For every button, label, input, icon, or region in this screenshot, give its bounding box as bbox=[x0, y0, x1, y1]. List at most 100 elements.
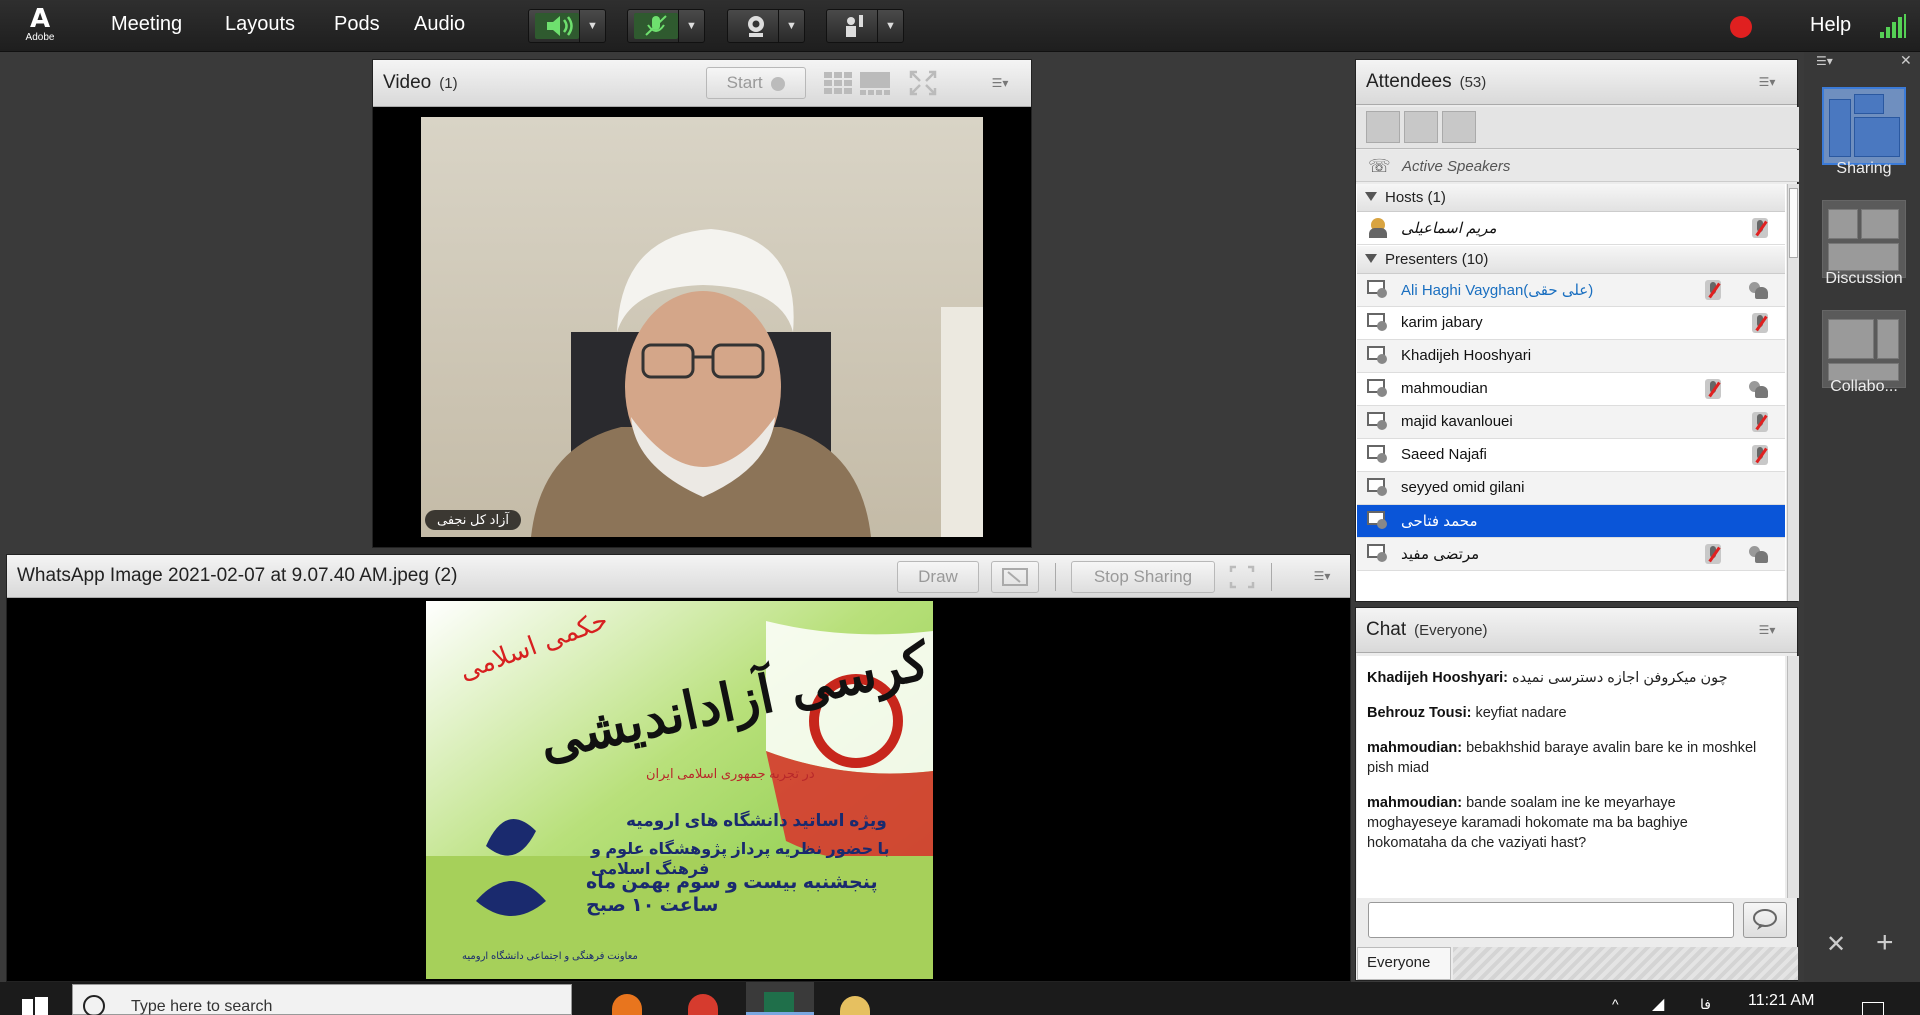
attendees-view-toolbar bbox=[1356, 107, 1799, 149]
filmstrip-view-icon[interactable] bbox=[859, 70, 891, 96]
windows-start-icon[interactable] bbox=[22, 996, 48, 1015]
speaker-button[interactable]: ▼ bbox=[528, 9, 606, 43]
taskbar-search-box[interactable]: Type here to search bbox=[72, 984, 572, 1015]
menu-meeting[interactable]: Meeting bbox=[111, 13, 182, 36]
language-indicator[interactable]: فا bbox=[1700, 996, 1711, 1013]
stop-sharing-button[interactable]: Stop Sharing bbox=[1071, 561, 1215, 593]
presenters-group-header[interactable]: Presenters (10) bbox=[1357, 246, 1785, 274]
mic-muted-icon bbox=[1752, 218, 1768, 238]
attendee-row[interactable]: Khadijeh Hooshyari bbox=[1357, 340, 1785, 373]
chat-pod-menu-icon[interactable]: ☰▾ bbox=[1752, 620, 1782, 640]
speaker-dropdown[interactable]: ▼ bbox=[579, 10, 605, 42]
shared-image-line4: پنجشنبه بیست و سوم بهمن ماه ساعت ۱۰ صبح bbox=[586, 872, 878, 916]
attendee-row[interactable]: مرتضی مفید bbox=[1357, 538, 1785, 571]
video-pod-title: Video (1) bbox=[383, 72, 458, 93]
attendee-status-view-icon[interactable] bbox=[1442, 111, 1476, 143]
toolbar-separator bbox=[1271, 563, 1272, 591]
connection-signal-icon bbox=[1880, 14, 1906, 38]
layouts-panel: ☰▾ ✕ bbox=[1804, 52, 1920, 982]
share-fullscreen-icon[interactable] bbox=[1229, 565, 1255, 589]
chat-scrollbar[interactable] bbox=[1787, 656, 1799, 898]
taskbar-clock[interactable]: 11:21 AM bbox=[1748, 992, 1814, 1010]
draw-button[interactable]: Draw bbox=[897, 561, 979, 593]
attendees-pod: Attendees (53) ☰▾ ☏ Active Speakers Hosts… bbox=[1355, 59, 1799, 602]
shared-image-line1: در تجربه جمهوری اسلامی ایران bbox=[646, 766, 815, 781]
presenter-icon bbox=[1367, 478, 1389, 498]
tray-chevron-icon[interactable]: ^ bbox=[1612, 996, 1619, 1012]
record-icon[interactable] bbox=[1730, 16, 1752, 38]
mic-muted-icon bbox=[1752, 313, 1768, 333]
mic-muted-icon bbox=[1752, 445, 1768, 465]
remove-layout-icon[interactable]: ✕ bbox=[1826, 930, 1846, 959]
webcam-on-icon bbox=[1747, 379, 1769, 399]
chat-target-tab[interactable]: Everyone bbox=[1357, 947, 1451, 980]
chrome-taskbar-icon[interactable] bbox=[688, 994, 718, 1015]
windows-taskbar: Type here to search ^ ◢ فا 11:21 AM bbox=[0, 982, 1920, 1015]
attendee-row[interactable]: Ali Haghi Vayghan(علی حقی) bbox=[1357, 274, 1785, 307]
share-pod-menu-icon[interactable]: ☰▾ bbox=[1307, 566, 1337, 586]
add-layout-icon[interactable]: + bbox=[1876, 926, 1894, 960]
chat-message: mahmoudian: bande soalam ine ke meyarhay… bbox=[1367, 795, 1688, 851]
expand-view-icon[interactable] bbox=[1404, 111, 1438, 143]
mic-muted-icon bbox=[1705, 379, 1721, 399]
menu-audio[interactable]: Audio bbox=[414, 13, 465, 36]
share-pod-title: WhatsApp Image 2021-02-07 at 9.07.40 AM.… bbox=[17, 565, 458, 586]
raise-hand-button[interactable]: ▼ bbox=[826, 9, 904, 43]
share-pod-header: WhatsApp Image 2021-02-07 at 9.07.40 AM.… bbox=[7, 555, 1350, 598]
attendee-row[interactable]: karim jabary bbox=[1357, 307, 1785, 340]
notifications-icon[interactable] bbox=[1862, 1002, 1884, 1015]
layout-collaboration-label[interactable]: Collabo... bbox=[1812, 378, 1916, 396]
layout-discussion-thumb[interactable] bbox=[1822, 200, 1906, 278]
presenter-icon bbox=[1367, 280, 1389, 300]
layout-discussion-label[interactable]: Discussion bbox=[1812, 270, 1916, 288]
chat-tab-bar bbox=[1453, 947, 1798, 980]
phone-icon: ☏ bbox=[1368, 156, 1391, 176]
attendee-row[interactable]: Saeed Najafi bbox=[1357, 439, 1785, 472]
share-pod: WhatsApp Image 2021-02-07 at 9.07.40 AM.… bbox=[6, 554, 1351, 982]
status-dropdown[interactable]: ▼ bbox=[877, 10, 903, 42]
chat-pod-header: Chat (Everyone) ☰▾ bbox=[1356, 608, 1797, 653]
paint-taskbar-icon[interactable] bbox=[840, 996, 870, 1015]
attendees-pod-header: Attendees (53) ☰▾ bbox=[1356, 60, 1797, 105]
microphone-dropdown[interactable]: ▼ bbox=[678, 10, 704, 42]
attendee-row[interactable]: mahmoudian bbox=[1357, 373, 1785, 406]
network-icon[interactable]: ◢ bbox=[1652, 994, 1664, 1014]
layout-sharing-thumb[interactable] bbox=[1822, 87, 1906, 165]
layout-sharing-label[interactable]: Sharing bbox=[1812, 160, 1916, 178]
grid-view-icon[interactable] bbox=[823, 70, 855, 96]
webcam-name-tag: آزاد کل نجفی bbox=[425, 510, 521, 530]
start-webcam-button[interactable]: Start bbox=[706, 67, 806, 99]
mic-muted-icon bbox=[1752, 412, 1768, 432]
webcam-dropdown[interactable]: ▼ bbox=[778, 10, 804, 42]
attendee-row[interactable]: majid kavanlouei bbox=[1357, 406, 1785, 439]
attendees-scrollbar[interactable] bbox=[1787, 184, 1799, 601]
fullscreen-icon[interactable] bbox=[909, 70, 937, 96]
firefox-taskbar-icon[interactable] bbox=[612, 994, 642, 1015]
menu-pods[interactable]: Pods bbox=[334, 13, 380, 36]
video-pod-menu-icon[interactable]: ☰▾ bbox=[985, 73, 1015, 93]
list-view-icon[interactable] bbox=[1366, 111, 1400, 143]
webcam-button[interactable]: ▼ bbox=[727, 9, 805, 43]
microphone-button[interactable]: ▼ bbox=[627, 9, 705, 43]
pointer-button[interactable] bbox=[991, 561, 1039, 593]
chat-input[interactable] bbox=[1368, 902, 1734, 938]
scrollbar-thumb[interactable] bbox=[1789, 188, 1798, 258]
search-icon bbox=[83, 995, 105, 1015]
send-message-button[interactable] bbox=[1743, 902, 1787, 938]
chat-pod: Chat (Everyone) ☰▾ Khadijeh Hooshyari: چو… bbox=[1355, 607, 1799, 981]
video-pod: Video (1) Start ☰▾ آزاد کل نجفی bbox=[372, 59, 1032, 548]
attendee-row[interactable]: seyyed omid gilani bbox=[1357, 472, 1785, 505]
hosts-group-header[interactable]: Hosts (1) bbox=[1357, 184, 1785, 212]
close-layouts-icon[interactable]: ✕ bbox=[1900, 52, 1912, 69]
adobe-connect-taskbar-icon[interactable] bbox=[746, 982, 814, 1015]
shared-image-footer: معاونت فرهنگی و اجتماعی دانشگاه ارومیه bbox=[462, 951, 638, 962]
menu-layouts[interactable]: Layouts bbox=[225, 13, 295, 36]
help-menu[interactable]: Help bbox=[1810, 14, 1851, 37]
attendee-row[interactable]: مریم اسماعیلی bbox=[1357, 212, 1785, 245]
attendees-pod-menu-icon[interactable]: ☰▾ bbox=[1752, 72, 1782, 92]
layouts-menu-icon[interactable]: ☰▾ bbox=[1816, 54, 1833, 68]
layout-collaboration-thumb[interactable] bbox=[1822, 310, 1906, 388]
webcam-icon bbox=[734, 13, 778, 39]
chat-bubble-icon bbox=[1753, 909, 1777, 930]
attendee-row[interactable]: محمد فتاحی bbox=[1357, 505, 1785, 538]
